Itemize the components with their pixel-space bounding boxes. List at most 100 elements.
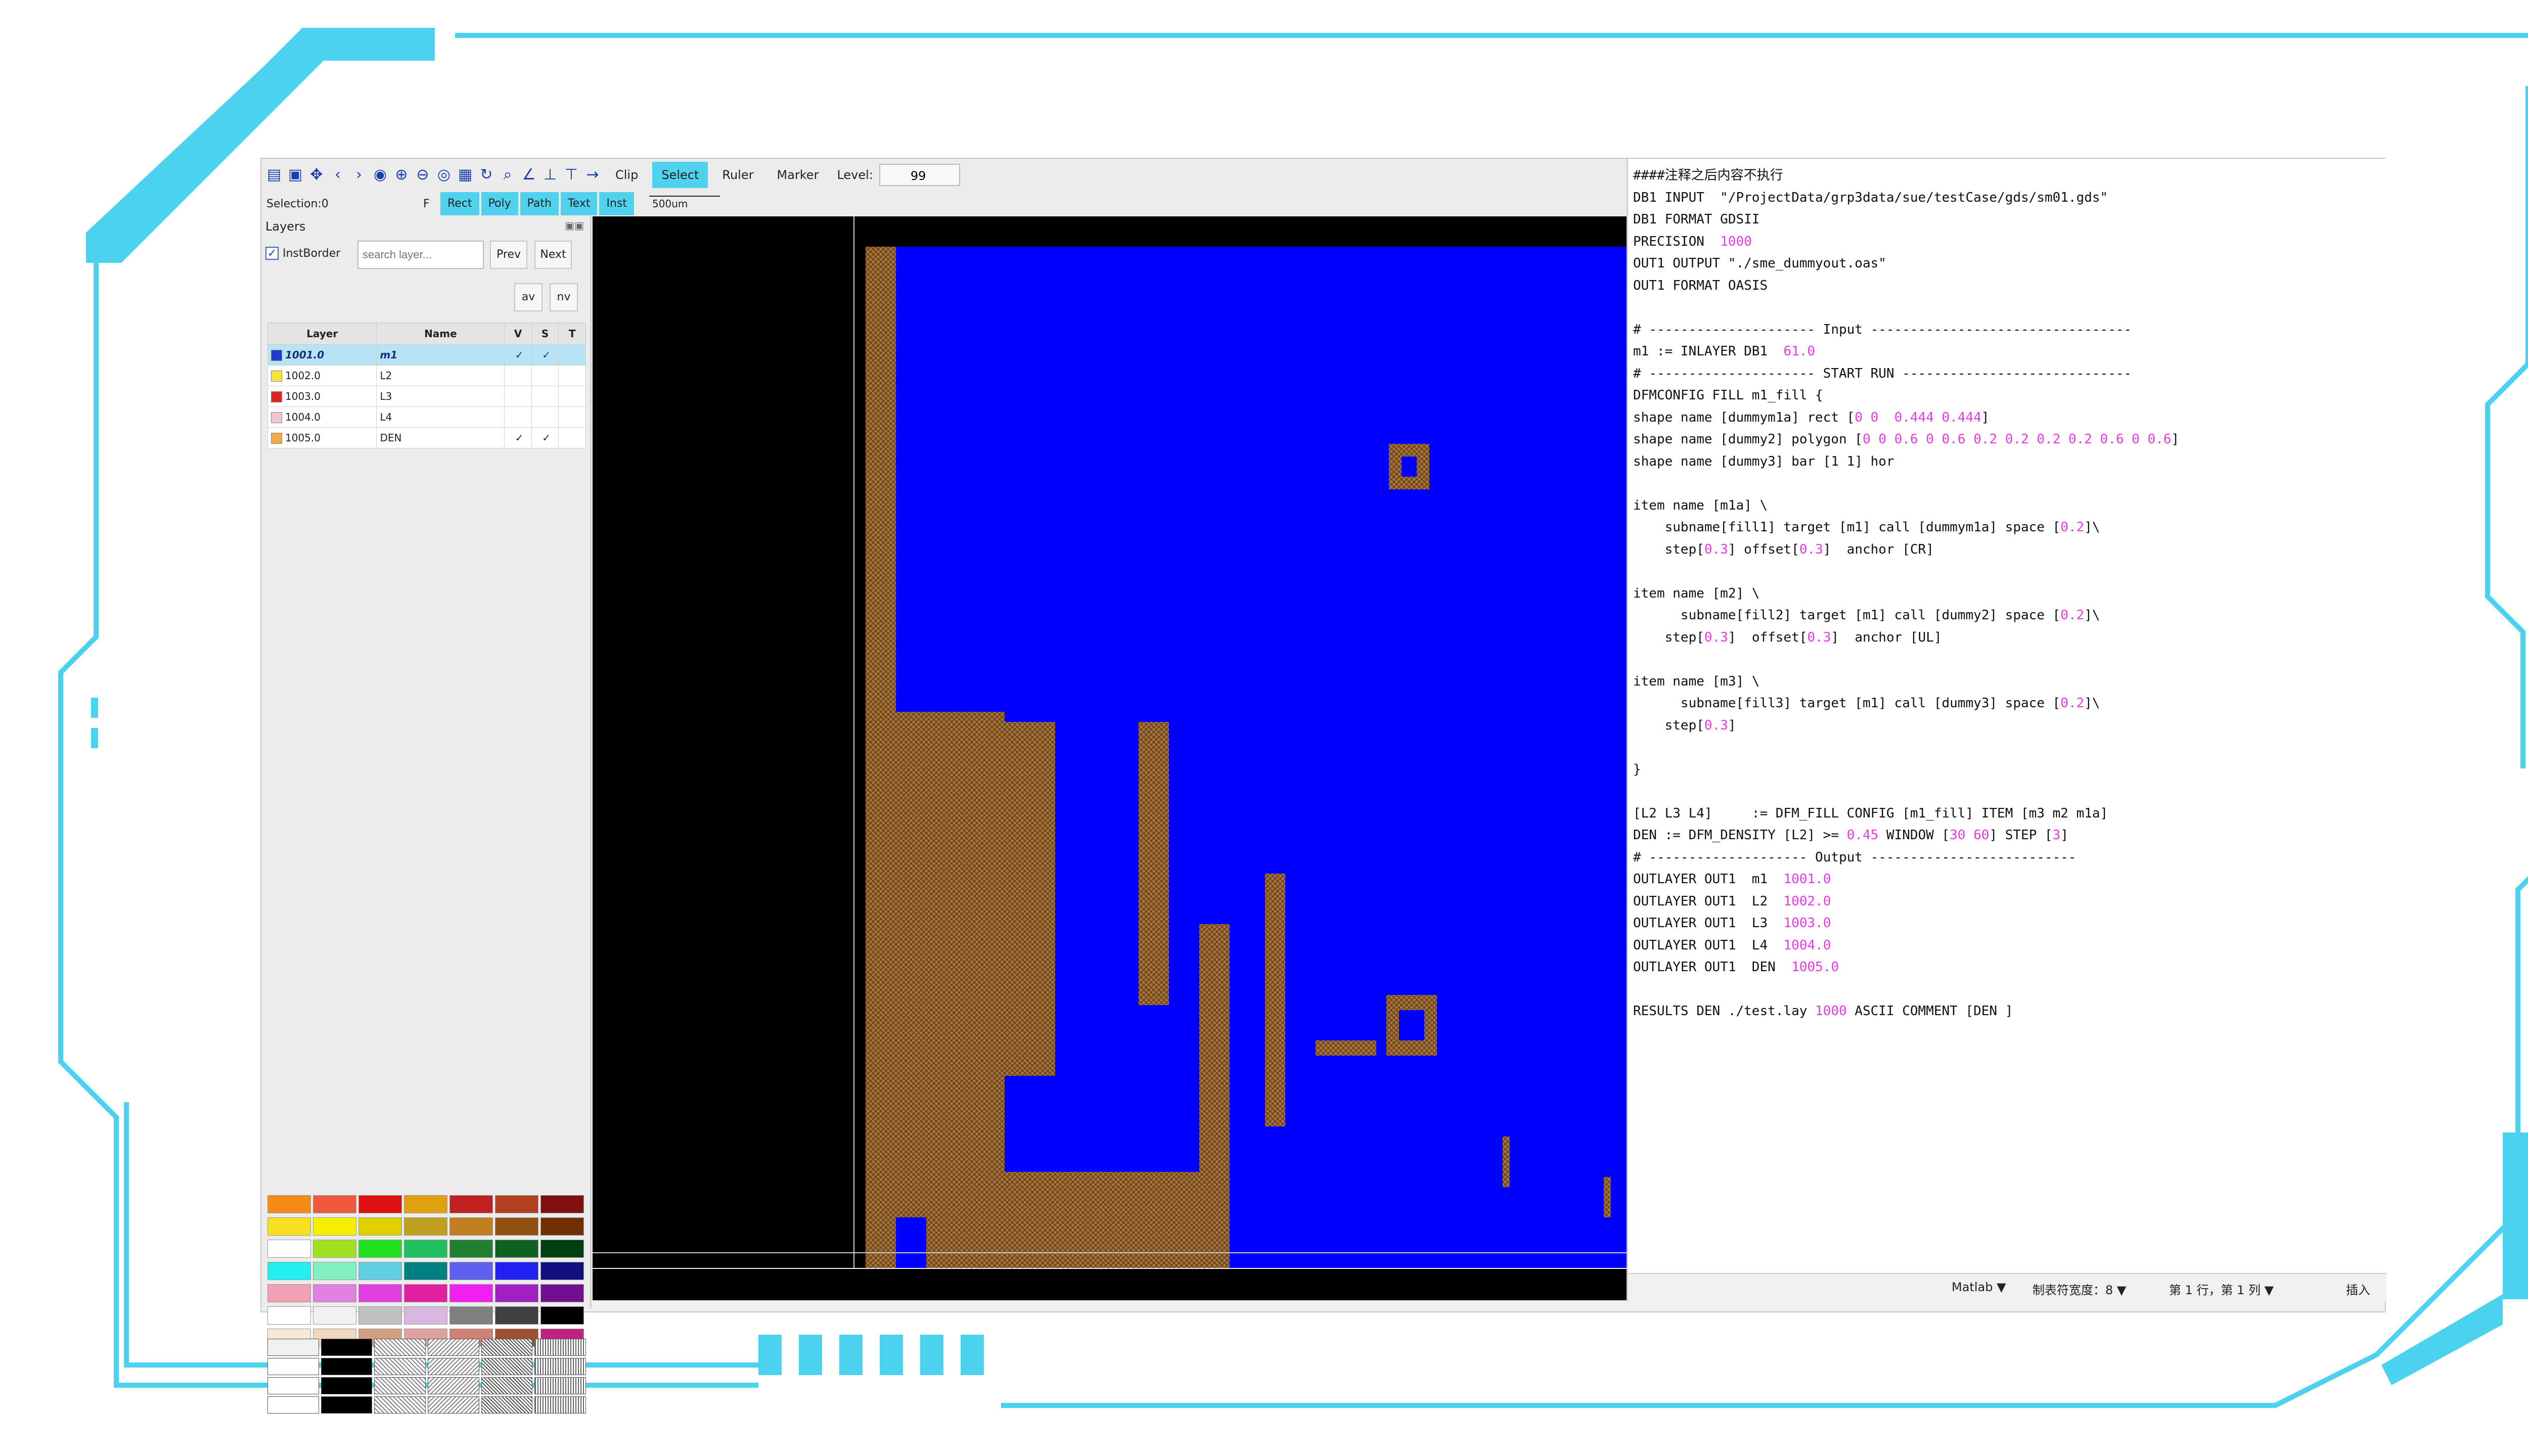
- instborder-checkbox[interactable]: ✓: [265, 247, 279, 260]
- perpendicular-icon[interactable]: ⊥: [541, 165, 559, 185]
- palette-color[interactable]: [313, 1217, 356, 1236]
- poly-button[interactable]: Poly: [481, 192, 518, 215]
- layer-color-swatch[interactable]: [271, 412, 282, 424]
- fill-pattern-swatch[interactable]: [427, 1358, 479, 1375]
- layer-row[interactable]: 1001.0 m1 ✓ ✓: [267, 344, 586, 366]
- fill-pattern-swatch[interactable]: [481, 1396, 533, 1414]
- palette-color[interactable]: [449, 1240, 493, 1258]
- fill-pattern-swatch[interactable]: [321, 1396, 373, 1414]
- palette-color[interactable]: [358, 1195, 402, 1213]
- fill-pattern-swatch[interactable]: [427, 1377, 479, 1394]
- tab-width-select[interactable]: 制表符宽度：8 ▼: [2033, 1280, 2126, 1298]
- palette-color[interactable]: [267, 1306, 311, 1325]
- palette-color[interactable]: [358, 1306, 402, 1325]
- search-layer-input[interactable]: [357, 241, 484, 269]
- fill-pattern-swatch[interactable]: [267, 1358, 319, 1375]
- col-name[interactable]: Name: [376, 323, 505, 345]
- layer-cell[interactable]: 1005.0: [267, 427, 377, 448]
- selectable-check[interactable]: [531, 386, 559, 407]
- prev-button[interactable]: Prev: [490, 241, 527, 269]
- fill-pattern-swatch[interactable]: [427, 1396, 479, 1414]
- visible-check[interactable]: [504, 365, 532, 386]
- selectable-check[interactable]: [531, 365, 559, 386]
- palette-color[interactable]: [313, 1284, 356, 1302]
- fill-pattern-swatch[interactable]: [481, 1377, 533, 1394]
- palette-color[interactable]: [358, 1284, 402, 1302]
- text-t-icon[interactable]: ⊤: [563, 165, 580, 185]
- selectable-check[interactable]: ✓: [531, 344, 559, 366]
- layer-color-swatch[interactable]: [271, 391, 282, 403]
- open-icon[interactable]: ▣: [287, 165, 304, 185]
- clip-button[interactable]: Clip: [606, 162, 647, 188]
- palette-color[interactable]: [495, 1217, 538, 1236]
- fill-pattern-swatch[interactable]: [267, 1377, 319, 1394]
- angle-icon[interactable]: ∠: [520, 165, 537, 185]
- fill-pattern-swatch[interactable]: [267, 1339, 319, 1356]
- palette-color[interactable]: [449, 1217, 493, 1236]
- level-input[interactable]: 99: [879, 164, 960, 186]
- palette-color[interactable]: [495, 1284, 538, 1302]
- palette-color[interactable]: [540, 1284, 584, 1302]
- palette-color[interactable]: [404, 1262, 447, 1280]
- palette-color[interactable]: [404, 1284, 447, 1302]
- visible-check[interactable]: ✓: [504, 427, 532, 448]
- palette-color[interactable]: [449, 1195, 493, 1213]
- selectable-check[interactable]: ✓: [531, 427, 559, 448]
- path-button[interactable]: Path: [520, 192, 559, 215]
- fill-pattern-swatch[interactable]: [321, 1377, 373, 1394]
- ruler-button[interactable]: Ruler: [713, 162, 762, 188]
- palette-color[interactable]: [267, 1262, 311, 1280]
- layer-cell[interactable]: 1003.0: [267, 386, 377, 407]
- palette-color[interactable]: [495, 1195, 538, 1213]
- visible-check[interactable]: ✓: [504, 344, 532, 366]
- text-check[interactable]: [558, 365, 586, 386]
- zoom-fit-icon[interactable]: ◉: [372, 165, 389, 185]
- palette-color[interactable]: [404, 1240, 447, 1258]
- eye-icon[interactable]: ◎: [435, 165, 453, 185]
- language-select[interactable]: Matlab ▼: [1952, 1280, 2006, 1294]
- zoom-out-icon[interactable]: ⊖: [414, 165, 431, 185]
- palette-color[interactable]: [358, 1240, 402, 1258]
- palette-color[interactable]: [404, 1195, 447, 1213]
- panel-float-close-icon[interactable]: ▣▣: [565, 219, 584, 232]
- palette-color[interactable]: [313, 1240, 356, 1258]
- fill-pattern-swatch[interactable]: [374, 1377, 426, 1394]
- col-s[interactable]: S: [531, 323, 559, 345]
- visible-check[interactable]: [504, 386, 532, 407]
- next-button[interactable]: Next: [534, 241, 572, 269]
- next-icon[interactable]: ›: [350, 165, 368, 185]
- palette-color[interactable]: [267, 1195, 311, 1213]
- palette-color[interactable]: [313, 1195, 356, 1213]
- palette-color[interactable]: [267, 1284, 311, 1302]
- palette-color[interactable]: [449, 1262, 493, 1280]
- layer-color-swatch[interactable]: [271, 350, 282, 361]
- layer-row[interactable]: 1002.0 L2: [267, 365, 586, 386]
- layer-color-swatch[interactable]: [271, 433, 282, 444]
- fill-pattern-swatch[interactable]: [374, 1396, 426, 1414]
- fill-pattern-swatch[interactable]: [534, 1358, 586, 1375]
- col-t[interactable]: T: [558, 323, 586, 345]
- palette-color[interactable]: [358, 1217, 402, 1236]
- fill-pattern-swatch[interactable]: [534, 1396, 586, 1414]
- palette-color[interactable]: [449, 1306, 493, 1325]
- grid-icon[interactable]: ▦: [457, 165, 474, 185]
- palette-color[interactable]: [540, 1240, 584, 1258]
- all-visible-button[interactable]: av: [514, 283, 543, 311]
- move-icon[interactable]: ✥: [308, 165, 325, 185]
- fill-pattern-swatch[interactable]: [534, 1377, 586, 1394]
- fill-pattern-swatch[interactable]: [427, 1339, 479, 1356]
- text-check[interactable]: [558, 386, 586, 407]
- fill-pattern-swatch[interactable]: [321, 1339, 373, 1356]
- text-button[interactable]: Text: [560, 192, 598, 215]
- palette-color[interactable]: [540, 1217, 584, 1236]
- palette-color[interactable]: [404, 1217, 447, 1236]
- marker-button[interactable]: Marker: [768, 162, 828, 188]
- zoom-in-icon[interactable]: ⊕: [393, 165, 410, 185]
- palette-color[interactable]: [404, 1306, 447, 1325]
- palette-color[interactable]: [495, 1262, 538, 1280]
- inst-button[interactable]: Inst: [599, 192, 635, 215]
- text-check[interactable]: [558, 406, 586, 428]
- palette-color[interactable]: [267, 1217, 311, 1236]
- fill-pattern-swatch[interactable]: [374, 1358, 426, 1375]
- visible-check[interactable]: [504, 406, 532, 428]
